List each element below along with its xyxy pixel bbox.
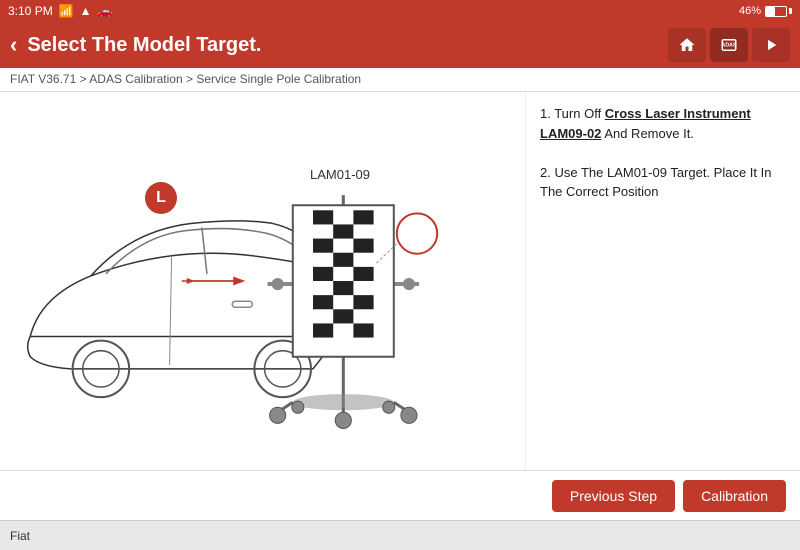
battery-percent: 46% [739,5,761,17]
status-right: 46% [739,5,792,17]
breadcrumb-text: FIAT V36.71 > ADAS Calibration > Service… [10,72,361,86]
bottom-bar: Fiat [0,520,800,550]
l-badge: L [145,182,177,214]
instruction-prefix: 1. Turn Off [540,106,605,121]
previous-step-button[interactable]: Previous Step [552,480,675,512]
breadcrumb: FIAT V36.71 > ADAS Calibration > Service… [0,68,800,92]
instruction-line1: 1. Turn Off Cross Laser Instrument LAM09… [540,104,786,143]
instruction-line2: 2. Use The LAM01-09 Target. Place It In … [540,163,786,202]
footer-buttons-bar: Previous Step Calibration [0,470,800,520]
home-icon [678,36,696,54]
diagram-area: L LAM01-09 [0,92,525,470]
wifi-icon: ▲ [80,4,92,18]
adas-button[interactable]: ADAS [710,28,748,62]
back-button[interactable]: ‹ [10,34,17,56]
arm-right-end [403,278,415,290]
adas-icon: ADAS [720,36,738,54]
svg-text:ADAS: ADAS [722,43,737,49]
main-content: L LAM01-09 [0,92,800,470]
lam-label: LAM01-09 [310,167,370,182]
diagram-svg [10,102,515,460]
page-title: Select The Model Target. [27,34,658,57]
instruction-suffix: And Remove It. [601,126,694,141]
arm-left-end [272,278,284,290]
header-icons: ADAS [668,28,790,62]
battery-indicator [765,6,792,17]
checkerboard [313,210,374,351]
brand-label: Fiat [10,529,30,543]
status-left: 3:10 PM 📶 ▲ 🚗 [8,4,113,18]
home-button[interactable] [668,28,706,62]
time-display: 3:10 PM [8,4,53,18]
header: ‹ Select The Model Target. ADAS [0,22,800,68]
signal-icon: 📶 [59,4,74,18]
instructions-panel: 1. Turn Off Cross Laser Instrument LAM09… [525,92,800,470]
forward-icon [762,36,780,54]
calibration-button[interactable]: Calibration [683,480,786,512]
lam-callout-circle [397,213,437,253]
status-bar: 3:10 PM 📶 ▲ 🚗 46% [0,0,800,22]
car-icon: 🚗 [98,4,113,18]
forward-button[interactable] [752,28,790,62]
